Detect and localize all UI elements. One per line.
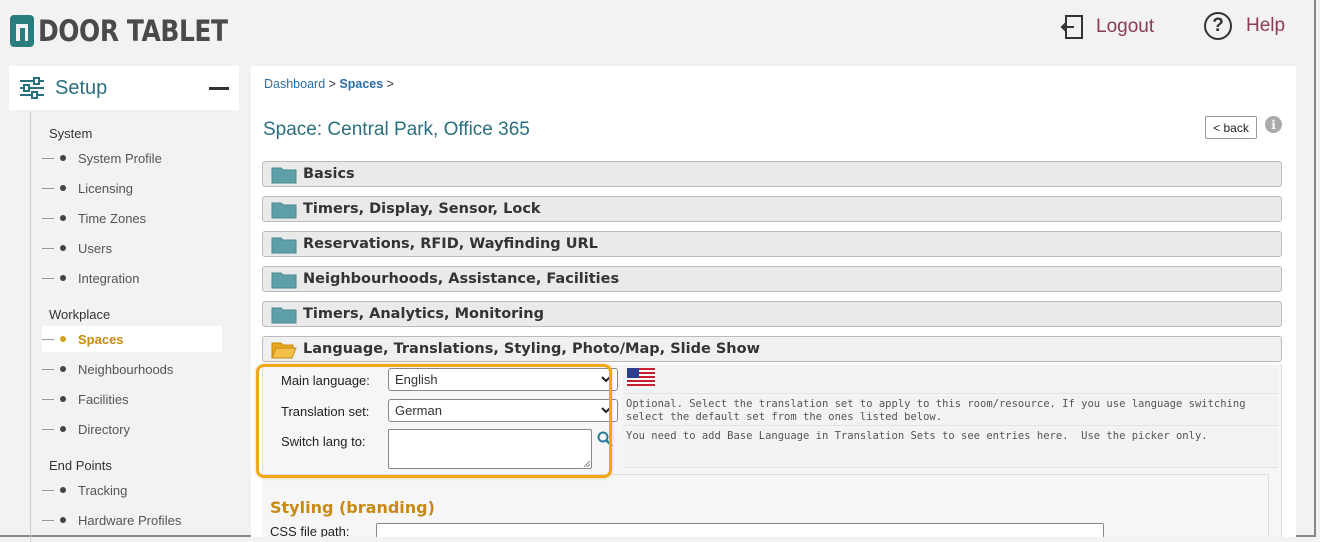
setup-title: Setup: [55, 76, 108, 99]
door-tablet-logo[interactable]: DOOR TABLET: [10, 14, 258, 48]
resize-grip-icon[interactable]: [582, 459, 590, 467]
sidebar-section-end-points: End Points: [49, 458, 112, 473]
collapse-icon[interactable]: [209, 87, 229, 90]
sidebar-item-spaces[interactable]: Spaces: [42, 326, 222, 352]
help-link[interactable]: ? Help: [1204, 12, 1285, 40]
sidebar-item-facilities[interactable]: Facilities: [42, 386, 222, 412]
breadcrumb-dashboard[interactable]: Dashboard: [264, 77, 325, 91]
translation-set-select[interactable]: German: [388, 399, 618, 422]
chevron-down-icon: [601, 407, 611, 414]
translation-set-label: Translation set:: [281, 404, 370, 419]
info-icon[interactable]: i: [1265, 116, 1282, 133]
switch-lang-help: You need to add Base Language in Transla…: [626, 430, 1208, 442]
sidebar-item-system-profile[interactable]: System Profile: [42, 145, 222, 171]
folder-icon: [271, 272, 297, 288]
switch-lang-textarea[interactable]: [388, 429, 592, 469]
sliders-icon: [20, 77, 44, 99]
back-button[interactable]: < back: [1205, 116, 1257, 139]
open-folder-icon: [271, 342, 297, 358]
tablet-logo-icon: [10, 15, 34, 47]
sidebar-item-licensing[interactable]: Licensing: [42, 175, 222, 201]
folder-icon: [271, 307, 297, 323]
folder-icon: [271, 167, 297, 183]
main-language-label: Main language:: [281, 373, 370, 388]
breadcrumb-spaces[interactable]: Spaces: [339, 77, 383, 91]
logo-text: DOOR TABLET: [38, 14, 228, 48]
logout-icon: [1060, 15, 1083, 39]
logout-link[interactable]: Logout: [1060, 14, 1154, 40]
main-language-select[interactable]: English: [388, 368, 618, 391]
help-icon: ?: [1204, 12, 1232, 40]
sidebar-item-directory[interactable]: Directory: [42, 416, 222, 442]
logout-label: Logout: [1096, 16, 1155, 37]
page-title: Space: Central Park, Office 365: [263, 119, 530, 140]
css-file-path-input[interactable]: [376, 523, 1104, 537]
css-file-path-label: CSS file path:: [270, 524, 350, 537]
sidebar-tree-line: [30, 112, 31, 542]
sidebar-section-workplace: Workplace: [49, 307, 111, 322]
sidebar-item-tracking[interactable]: Tracking: [42, 477, 222, 503]
section-language[interactable]: Language, Translations, Styling, Photo/M…: [262, 336, 1282, 362]
sidebar-section-system: System: [49, 126, 93, 141]
folder-icon: [271, 202, 297, 218]
section-basics[interactable]: Basics: [262, 161, 1282, 187]
breadcrumb: Dashboard > Spaces >: [264, 77, 394, 91]
chevron-down-icon: [601, 376, 611, 383]
section-timers-display[interactable]: Timers, Display, Sensor, Lock: [262, 196, 1282, 222]
sidebar-item-neighbourhoods[interactable]: Neighbourhoods: [42, 356, 222, 382]
main-panel: Dashboard > Spaces > Space: Central Park…: [251, 66, 1296, 537]
us-flag-icon: [627, 368, 655, 386]
sidebar-item-time-zones[interactable]: Time Zones: [42, 205, 222, 231]
setup-menu-header[interactable]: Setup: [9, 66, 239, 110]
sidebar-item-hardware-profiles[interactable]: Hardware Profiles: [42, 507, 222, 533]
styling-heading: Styling (branding): [270, 498, 435, 517]
help-label: Help: [1246, 15, 1286, 36]
sidebar-item-users[interactable]: Users: [42, 235, 222, 261]
section-timers-analytics[interactable]: Timers, Analytics, Monitoring: [262, 301, 1282, 327]
section-reservations[interactable]: Reservations, RFID, Wayfinding URL: [262, 231, 1282, 257]
search-picker-icon[interactable]: [597, 431, 613, 447]
switch-lang-label: Switch lang to:: [281, 434, 366, 449]
translation-set-help: Optional. Select the translation set to …: [626, 398, 1246, 423]
section-neighbourhoods[interactable]: Neighbourhoods, Assistance, Facilities: [262, 266, 1282, 292]
sidebar-item-integration[interactable]: Integration: [42, 265, 222, 291]
folder-icon: [271, 237, 297, 253]
